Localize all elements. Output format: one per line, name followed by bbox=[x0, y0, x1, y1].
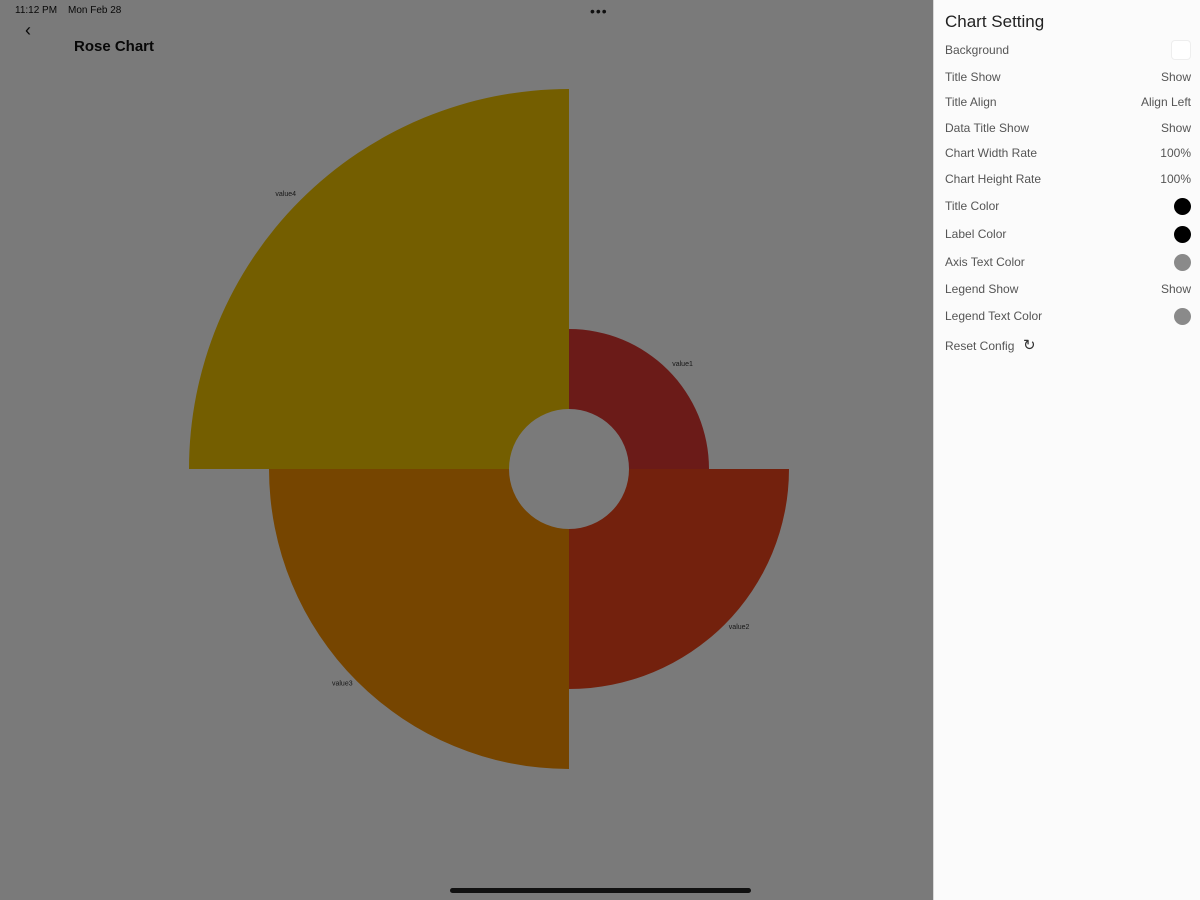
setting-value: 100% bbox=[1160, 172, 1191, 186]
setting-label: Data Title Show bbox=[945, 121, 1030, 135]
setting-label-color[interactable]: Label Color bbox=[945, 224, 1191, 246]
panel-title: Chart Setting bbox=[945, 12, 1045, 31]
setting-legend-text-color[interactable]: Legend Text Color bbox=[945, 306, 1191, 328]
setting-value: Align Left bbox=[1140, 95, 1191, 109]
slice-label-value4: value4 bbox=[275, 191, 296, 198]
setting-label: Background bbox=[945, 43, 1010, 57]
rose-slice-value3[interactable] bbox=[269, 469, 569, 769]
setting-label: Label Color bbox=[945, 227, 1007, 241]
setting-label: Title Align bbox=[945, 95, 997, 109]
setting-label: Title Show bbox=[945, 70, 1001, 84]
setting-label: Legend Text Color bbox=[945, 309, 1043, 323]
color-swatch[interactable] bbox=[1174, 198, 1191, 215]
setting-title-color[interactable]: Title Color bbox=[945, 196, 1191, 218]
setting-label: Chart Height Rate bbox=[945, 172, 1042, 186]
setting-value: Show bbox=[1160, 282, 1191, 296]
chart-app-area: 11:12 PM Mon Feb 28 ••• ‹ Rose Chart val… bbox=[0, 0, 933, 900]
setting-title-show[interactable]: Title Show Show bbox=[945, 67, 1191, 89]
rose-slice-value2[interactable] bbox=[569, 469, 789, 689]
reset-config-label: Reset Config bbox=[945, 339, 1015, 353]
setting-chart-height-rate[interactable]: Chart Height Rate 100% bbox=[945, 169, 1191, 191]
setting-label: Legend Show bbox=[945, 282, 1019, 296]
setting-label: Chart Width Rate bbox=[945, 146, 1038, 160]
background-swatch[interactable] bbox=[1171, 40, 1191, 60]
reset-config-button[interactable]: Reset Config ↻ bbox=[945, 336, 1191, 358]
rose-slice-value4[interactable] bbox=[189, 89, 569, 469]
setting-axis-text-color[interactable]: Axis Text Color bbox=[945, 252, 1191, 274]
rose-chart: value1 value2 value3 value4 bbox=[189, 89, 789, 769]
screen: 11:12 PM Mon Feb 28 ••• ‹ Rose Chart val… bbox=[0, 0, 1200, 900]
slice-label-value2: value2 bbox=[729, 624, 750, 631]
setting-title-align[interactable]: Title Align Align Left bbox=[945, 92, 1191, 114]
setting-value: 100% bbox=[1160, 146, 1191, 160]
slice-label-value1: value1 bbox=[672, 361, 693, 368]
home-indicator[interactable] bbox=[450, 888, 751, 893]
color-swatch[interactable] bbox=[1174, 226, 1191, 243]
setting-background[interactable]: Background bbox=[945, 40, 1191, 62]
color-swatch[interactable] bbox=[1174, 308, 1191, 325]
setting-legend-show[interactable]: Legend Show Show bbox=[945, 279, 1191, 301]
settings-panel: Chart Setting Background Title Show Show Ti… bbox=[933, 0, 1200, 900]
slice-label-value3: value3 bbox=[332, 680, 353, 687]
reset-icon: ↻ bbox=[1023, 337, 1036, 354]
setting-chart-width-rate[interactable]: Chart Width Rate 100% bbox=[945, 143, 1191, 165]
setting-value: Show bbox=[1160, 70, 1191, 84]
setting-label: Axis Text Color bbox=[945, 255, 1025, 269]
color-swatch[interactable] bbox=[1174, 254, 1191, 271]
setting-data-title-show[interactable]: Data Title Show Show bbox=[945, 118, 1191, 140]
setting-value: Show bbox=[1160, 121, 1191, 135]
setting-label: Title Color bbox=[945, 199, 1000, 213]
rose-slice-value1[interactable] bbox=[569, 329, 709, 469]
